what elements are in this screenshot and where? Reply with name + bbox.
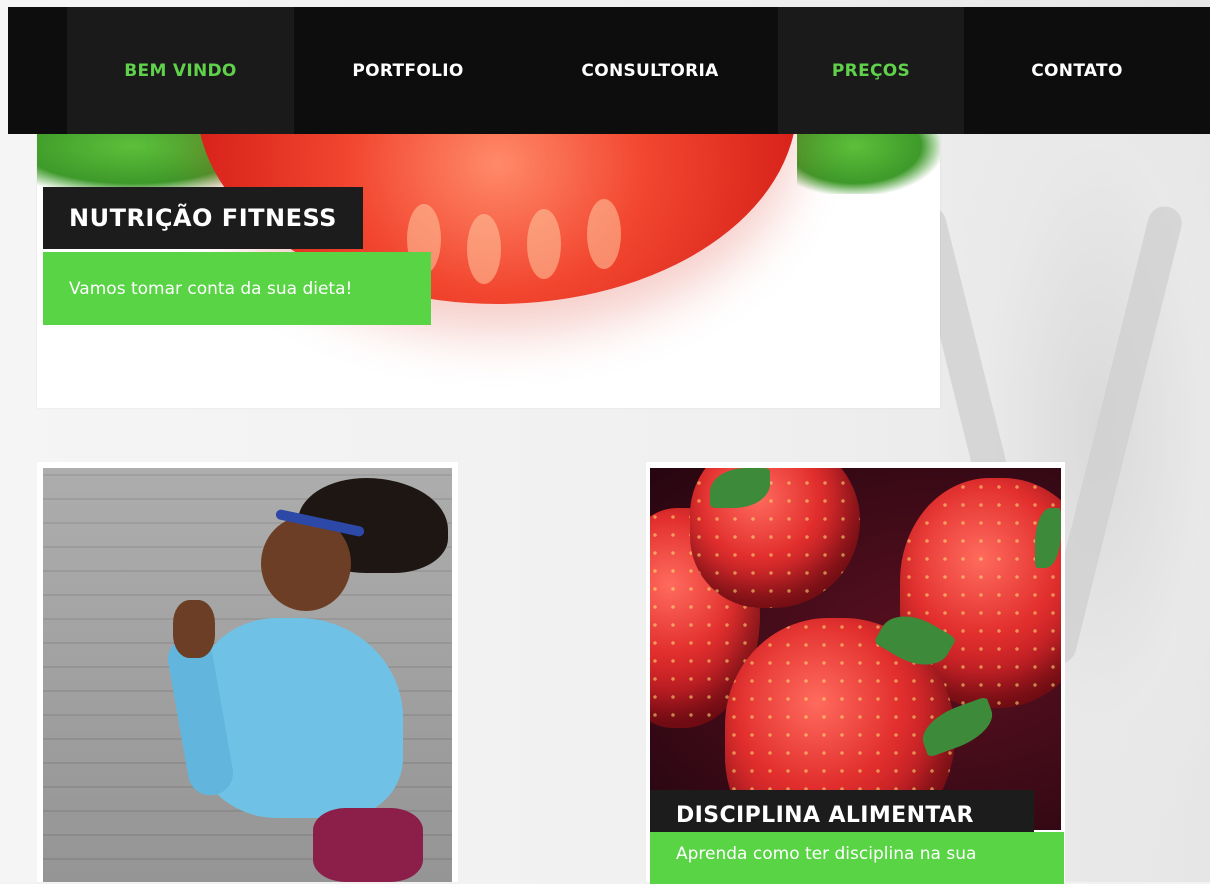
nav-item-portfolio[interactable]: PORTFOLIO — [294, 7, 522, 134]
hero-subtitle: Vamos tomar conta da sua dieta! — [43, 252, 431, 325]
runner-card[interactable] — [37, 462, 458, 882]
main-navigation: BEM VINDO PORTFOLIO CONSULTORIA PREÇOS C… — [8, 7, 1210, 134]
runner-hand — [173, 600, 215, 658]
tomato-seed — [467, 214, 501, 284]
nav-item-bem-vindo[interactable]: BEM VINDO — [67, 7, 294, 134]
nutrition-hero-card[interactable]: NUTRIÇÃO FITNESS Vamos tomar conta da su… — [37, 134, 940, 408]
runner-photo — [43, 468, 452, 882]
nav-item-contato[interactable]: CONTATO — [964, 7, 1190, 134]
nav-item-consultoria[interactable]: CONSULTORIA — [522, 7, 778, 134]
strawberries-photo — [650, 468, 1061, 830]
tomato-seed — [587, 199, 621, 269]
nav-item-precos[interactable]: PREÇOS — [778, 7, 964, 134]
runner-shorts — [313, 808, 423, 882]
discipline-subtitle: Aprenda como ter disciplina na sua — [650, 832, 1064, 884]
discipline-title: DISCIPLINA ALIMENTAR — [650, 790, 1034, 832]
discipline-card[interactable]: DISCIPLINA ALIMENTAR Aprenda como ter di… — [646, 462, 1065, 884]
hero-title: NUTRIÇÃO FITNESS — [43, 187, 363, 249]
lettuce-image — [797, 134, 940, 194]
tomato-seed — [527, 209, 561, 279]
